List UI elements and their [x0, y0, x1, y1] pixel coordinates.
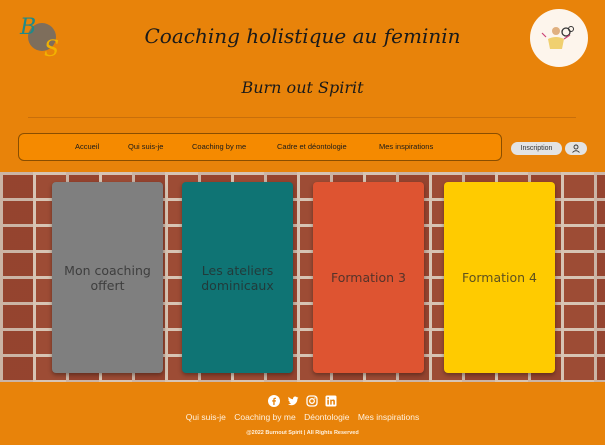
copyright-text: @2022 Burnout Spirit | All Rights Reserv… [246, 430, 359, 436]
card-ateliers-dominicaux[interactable]: Les ateliers dominicaux [182, 182, 293, 373]
nav-item-mes-inspirations[interactable]: Mes inspirations [379, 134, 433, 160]
card-formation-3[interactable]: Formation 3 [313, 182, 424, 373]
nav-item-coaching-by-me[interactable]: Coaching by me [192, 134, 246, 160]
twitter-icon[interactable] [287, 392, 299, 406]
avatar[interactable] [530, 9, 588, 67]
footer-link-deontologie[interactable]: Déontologie [304, 412, 349, 422]
footer-link-coaching-by-me[interactable]: Coaching by me [234, 412, 295, 422]
card-mon-coaching-offert[interactable]: Mon coaching offert [52, 182, 163, 373]
nav-item-cadre-deontologie[interactable]: Cadre et déontologie [277, 134, 347, 160]
footer-link-mes-inspirations[interactable]: Mes inspirations [358, 412, 419, 422]
social-icons [0, 392, 605, 407]
nav-item-accueil[interactable]: Accueil [75, 134, 99, 160]
signup-button[interactable]: Inscription [511, 142, 562, 155]
card-label: Formation 4 [461, 270, 538, 285]
user-icon [572, 144, 580, 153]
linkedin-icon[interactable] [325, 392, 337, 407]
account-button[interactable] [565, 142, 587, 155]
footer-link-qui-suis-je[interactable]: Qui suis-je [186, 412, 226, 422]
footer-links: Qui suis-je Coaching by me Déontologie M… [0, 412, 605, 422]
card-label: Les ateliers dominicaux [201, 262, 274, 293]
nav-item-qui-suis-je[interactable]: Qui suis-je [128, 134, 163, 160]
site-title: Coaching holistique au feminin [144, 24, 461, 48]
card-label: Formation 3 [330, 270, 407, 285]
header-divider [28, 117, 576, 118]
facebook-icon[interactable] [268, 392, 280, 407]
site-subtitle: Burn out Spirit [241, 78, 364, 97]
card-label: Mon coaching offert [64, 262, 151, 293]
coach-illustration [541, 26, 574, 49]
card-formation-4[interactable]: Formation 4 [444, 182, 555, 373]
instagram-icon[interactable] [306, 392, 318, 407]
main-nav: Accueil Qui suis-je Coaching by me Cadre… [18, 133, 502, 161]
